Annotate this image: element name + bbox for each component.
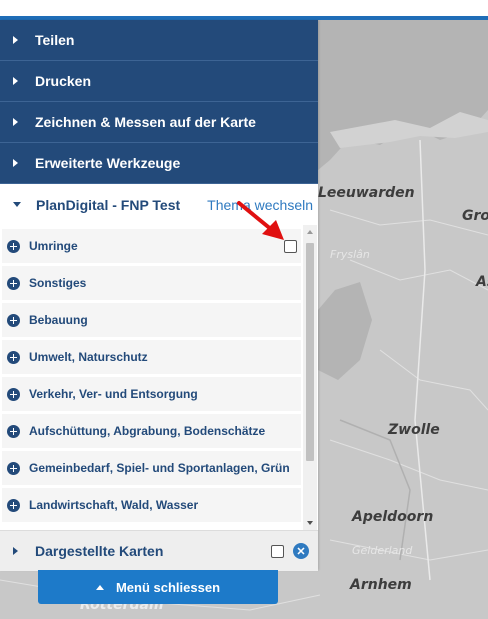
top-bar — [0, 0, 488, 20]
layer-label: Bebauung — [29, 313, 88, 327]
expand-plus-icon[interactable] — [7, 424, 20, 438]
layer-label: Verkehr, Ver- und Entsorgung — [29, 387, 198, 401]
chevron-right-icon — [13, 118, 18, 126]
layer-item-verkehr[interactable]: Verkehr, Ver- und Entsorgung — [2, 377, 301, 412]
layer-label: Landwirtschaft, Wald, Wasser — [29, 498, 199, 512]
annotation-arrow-icon — [237, 201, 284, 240]
map-label-city: Zwolle — [388, 422, 440, 438]
scroll-down-icon[interactable] — [307, 521, 313, 525]
layer-label: Umwelt, Naturschutz — [29, 350, 148, 364]
expand-plus-icon[interactable] — [7, 350, 20, 364]
close-menu-button[interactable]: Menü schliessen — [38, 570, 278, 604]
close-menu-label: Menü schliessen — [115, 579, 221, 595]
layer-item-sonstiges[interactable]: Sonstiges — [2, 266, 301, 301]
menu-item-label: Erweiterte Werkzeuge — [35, 155, 181, 171]
map-label-city: Apeldoorn — [352, 509, 434, 525]
map-label-city: Gro — [462, 208, 488, 224]
chevron-up-icon — [95, 584, 104, 590]
menu-item-label: Zeichnen & Messen auf der Karte — [35, 114, 256, 130]
layer-label: Sonstiges — [29, 276, 87, 290]
menu-item-zeichnen-messen[interactable]: Zeichnen & Messen auf der Karte — [0, 102, 318, 143]
scrollbar-thumb[interactable] — [306, 243, 314, 461]
menu-item-label: Teilen — [35, 32, 75, 48]
side-menu-panel: Teilen Drucken Zeichnen & Messen auf der… — [0, 20, 318, 571]
menu-item-erweiterte-werkzeuge[interactable]: Erweiterte Werkzeuge — [0, 143, 318, 184]
layer-item-umwelt[interactable]: Umwelt, Naturschutz — [2, 340, 301, 375]
displayed-maps-checkbox[interactable] — [271, 544, 284, 558]
layer-list-scrollbar[interactable] — [303, 225, 317, 530]
layer-item-gemeinbedarf[interactable]: Gemeinbedarf, Spiel- und Sportanlagen, G… — [2, 451, 301, 486]
layer-label: Aufschüttung, Abgrabung, Bodenschätze — [29, 424, 266, 438]
map-label-region: Gelderland — [352, 544, 413, 557]
expand-plus-icon[interactable] — [7, 313, 20, 327]
displayed-maps-section[interactable]: Dargestellte Karten ✕ — [0, 530, 318, 571]
layer-label: Umringe — [29, 239, 78, 253]
theme-title: PlanDigital - FNP Test — [36, 196, 181, 213]
layer-item-bebauung[interactable]: Bebauung — [2, 303, 301, 338]
menu-item-drucken[interactable]: Drucken — [0, 61, 318, 102]
displayed-maps-label: Dargestellte Karten — [35, 543, 164, 559]
expand-plus-icon[interactable] — [7, 387, 20, 401]
expand-plus-icon[interactable] — [7, 276, 20, 290]
scroll-up-icon[interactable] — [307, 230, 313, 234]
chevron-right-icon — [13, 36, 18, 44]
map-label-city: Leeuwarden — [318, 185, 415, 201]
map-label-city: As — [476, 274, 488, 290]
close-icon[interactable]: ✕ — [293, 543, 309, 559]
menu-item-label: Drucken — [35, 73, 92, 89]
layer-list: Umringe Sonstiges Bebauung Umwelt, Natur… — [0, 225, 318, 530]
map-label-region: Fryslân — [330, 248, 370, 261]
menu-item-teilen[interactable]: Teilen — [0, 20, 318, 61]
chevron-right-icon — [13, 159, 18, 167]
layer-item-aufschuettung[interactable]: Aufschüttung, Abgrabung, Bodenschätze — [2, 414, 301, 449]
layer-label: Gemeinbedarf, Spiel- und Sportanlagen, G… — [29, 461, 290, 475]
expand-plus-icon[interactable] — [7, 498, 20, 512]
chevron-down-icon — [13, 202, 21, 207]
layer-item-landwirtschaft[interactable]: Landwirtschaft, Wald, Wasser — [2, 488, 301, 523]
chevron-right-icon — [13, 77, 18, 85]
expand-plus-icon[interactable] — [7, 461, 20, 475]
map-label-city: Arnhem — [350, 577, 412, 593]
chevron-right-icon — [13, 547, 18, 555]
expand-plus-icon[interactable] — [7, 239, 20, 253]
